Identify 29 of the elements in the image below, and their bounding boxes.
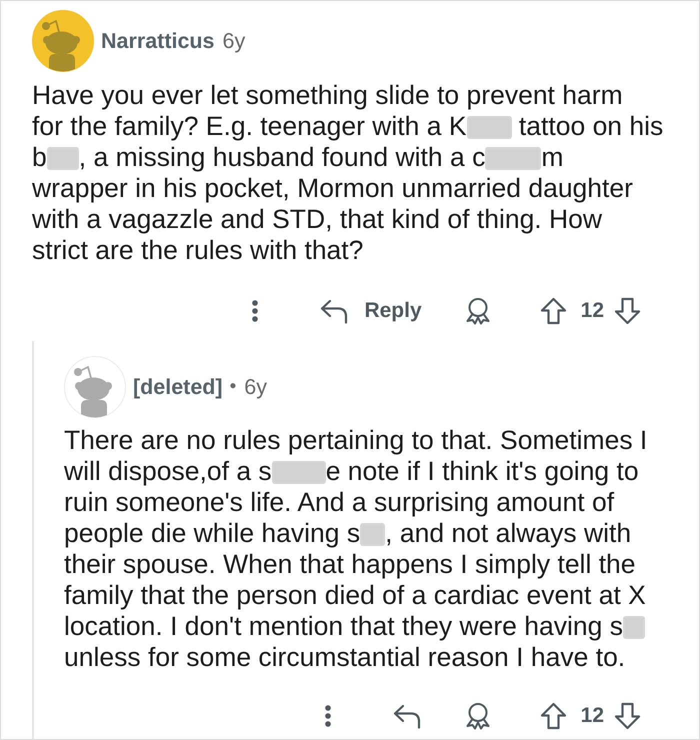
award-button[interactable] <box>464 702 492 730</box>
award-icon <box>464 702 492 730</box>
more-button[interactable] <box>324 705 331 727</box>
reply-icon <box>319 298 350 324</box>
vote-count: 12 <box>580 704 604 728</box>
more-button[interactable] <box>252 300 258 322</box>
comment-age: 6y <box>244 374 267 400</box>
award-button[interactable] <box>464 297 492 325</box>
downvote-button[interactable] <box>614 297 641 325</box>
upvote-icon <box>540 297 567 325</box>
more-icon <box>252 300 258 322</box>
downvote-button[interactable] <box>614 702 641 730</box>
award-icon <box>464 297 492 325</box>
reply-icon <box>392 703 422 729</box>
separator-dot: • <box>230 376 236 398</box>
upvote-icon <box>540 702 567 730</box>
author-name[interactable]: Narratticus <box>101 28 215 54</box>
comment-age: 6y <box>222 28 246 54</box>
downvote-icon <box>614 702 641 730</box>
reply-button[interactable]: Reply <box>319 298 422 324</box>
upvote-button[interactable] <box>540 297 567 325</box>
downvote-icon <box>614 297 641 325</box>
reply-button[interactable] <box>392 703 422 729</box>
vote-count: 12 <box>580 299 604 323</box>
comment-text: There are no rules pertaining to that. Sometimes I will dispose,of a s e note if I think it's going to ruin someone's life. And a surprising amount of people die while having s , and not always with their spouse. When that happens I simply tell the family that the person died of a cardiac event at X location. I don't mention that they were having s unless for some circumstantial reason I have to. <box>64 425 648 673</box>
upvote-button[interactable] <box>540 702 567 730</box>
author-name: [deleted] <box>133 374 223 400</box>
more-icon <box>324 705 331 727</box>
comment-text: Have you ever let something slide to prevent harm for the family? E.g. teenager with a K tattoo on his b , a missing husband found with a c m wrapper in his pocket, Mormon unmarried daughter with a vagazzle and STD, that kind of thing. How strict are the rules with that? <box>32 80 664 266</box>
